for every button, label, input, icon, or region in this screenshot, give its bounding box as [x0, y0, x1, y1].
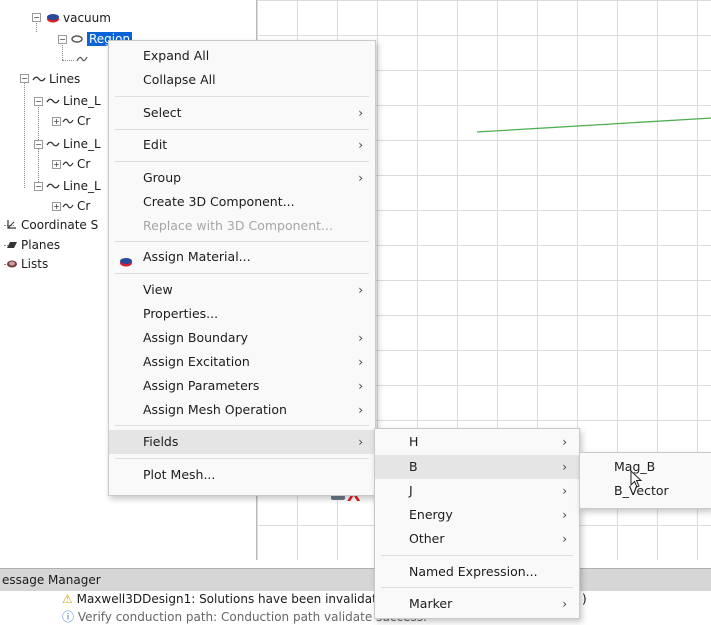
chevron-right-icon: ›	[562, 532, 567, 546]
chevron-right-icon: ›	[562, 597, 567, 611]
info-icon: ⓘ	[62, 610, 75, 624]
chevron-right-icon: ›	[358, 106, 363, 120]
chevron-right-icon: ›	[562, 435, 567, 449]
menu-item-assign-mesh-operation[interactable]: Assign Mesh Operation ›	[109, 398, 375, 422]
fields-submenu: H › B › J › Energy › Other › Named Expression…	[374, 428, 580, 619]
tree-item-line[interactable]: Line_L	[46, 135, 101, 153]
tree-item-label: Cr	[77, 114, 91, 128]
menu-item-view[interactable]: View ›	[109, 278, 375, 302]
tree-item-create-region[interactable]	[76, 50, 91, 68]
message-manager-panel: ⚠ Maxwell3DDesign1: Solutions have been …	[0, 591, 711, 624]
collapse-toggle[interactable]: −	[34, 97, 43, 106]
tree-item-create[interactable]: Cr	[62, 155, 90, 173]
menu-item-assign-material[interactable]: Assign Material...	[109, 245, 375, 269]
menu-item-replace-with-3d-component[interactable]: Replace with 3D Component...	[109, 214, 375, 238]
tree-item-lists[interactable]: Lists	[6, 255, 48, 273]
tree-item-label: Cr	[77, 157, 91, 171]
message-manager-title: essage Manager	[2, 573, 101, 587]
menu-item-b[interactable]: B ›	[375, 455, 579, 479]
line-icon	[46, 136, 60, 154]
collapse-toggle[interactable]: −	[34, 182, 43, 191]
tree-item-label: Line_L	[63, 137, 101, 151]
menu-item-group[interactable]: Group ›	[109, 166, 375, 190]
chevron-right-icon: ›	[358, 403, 363, 417]
expand-toggle[interactable]: +	[52, 117, 61, 126]
menu-item-edit[interactable]: Edit ›	[109, 133, 375, 157]
cursor-icon	[630, 470, 643, 488]
tree-item-vacuum[interactable]: vacuum	[46, 9, 111, 27]
menu-item-j[interactable]: J ›	[375, 479, 579, 503]
menu-item-assign-excitation[interactable]: Assign Excitation ›	[109, 350, 375, 374]
message-trailing-text: )	[582, 592, 587, 606]
line-object	[476, 117, 711, 133]
tree-item-label: Coordinate S	[21, 218, 99, 232]
operation-icon	[76, 51, 88, 69]
chevron-right-icon: ›	[358, 283, 363, 297]
tree-item-label: Lists	[21, 257, 49, 271]
chevron-right-icon: ›	[562, 484, 567, 498]
line-icon	[32, 71, 46, 89]
chevron-right-icon: ›	[562, 508, 567, 522]
line-icon	[46, 178, 60, 196]
menu-item-select[interactable]: Select ›	[109, 101, 375, 125]
tree-item-create[interactable]: Cr	[62, 112, 90, 130]
tree-item-coordinate-systems[interactable]: Coordinate S	[6, 216, 98, 234]
list-icon	[6, 256, 18, 274]
menu-item-properties[interactable]: Properties...	[109, 302, 375, 326]
collapse-toggle[interactable]: −	[34, 140, 43, 149]
line-icon	[62, 113, 74, 131]
chevron-right-icon: ›	[358, 331, 363, 345]
tree-item-line[interactable]: Line_L	[46, 177, 101, 195]
expand-toggle[interactable]: +	[52, 202, 61, 211]
chevron-right-icon: ›	[358, 171, 363, 185]
chevron-right-icon: ›	[358, 138, 363, 152]
tree-item-label: Line_L	[63, 94, 101, 108]
tree-item-label: Planes	[21, 238, 61, 252]
tree-item-line[interactable]: Line_L	[46, 92, 101, 110]
collapse-toggle[interactable]: −	[58, 35, 67, 44]
plane-icon	[6, 237, 18, 255]
material-icon	[119, 251, 133, 275]
menu-item-h[interactable]: H ›	[375, 430, 579, 454]
tree-item-planes[interactable]: Planes	[6, 236, 60, 254]
material-icon	[46, 10, 60, 28]
menu-item-assign-boundary[interactable]: Assign Boundary ›	[109, 326, 375, 350]
line-icon	[46, 93, 60, 111]
context-menu: Expand All Collapse All Select › Edit › Gr…	[108, 40, 376, 496]
menu-item-fields[interactable]: Fields ›	[109, 430, 375, 454]
object-icon	[70, 31, 84, 49]
menu-item-collapse-all[interactable]: Collapse All	[109, 68, 375, 92]
chevron-right-icon: ›	[358, 355, 363, 369]
message-manager-titlebar[interactable]: essage Manager	[0, 568, 711, 591]
tree-item-create[interactable]: Cr	[62, 197, 90, 215]
menu-item-b-vector[interactable]: B_Vector	[580, 479, 711, 503]
menu-item-named-expression[interactable]: Named Expression...	[375, 560, 579, 584]
menu-item-expand-all[interactable]: Expand All	[109, 44, 375, 68]
menu-item-plot-mesh[interactable]: Plot Mesh...	[109, 463, 375, 487]
menu-item-assign-parameters[interactable]: Assign Parameters ›	[109, 374, 375, 398]
menu-item-mag-b[interactable]: Mag_B	[580, 455, 711, 479]
collapse-toggle[interactable]: −	[32, 13, 41, 22]
menu-item-create-3d-component[interactable]: Create 3D Component...	[109, 190, 375, 214]
tree-item-label: Lines	[49, 72, 81, 86]
coordinate-system-icon	[6, 217, 18, 235]
collapse-toggle[interactable]: −	[20, 74, 29, 83]
tree-item-lines[interactable]: Lines	[32, 70, 80, 88]
expand-toggle[interactable]: +	[52, 160, 61, 169]
menu-item-other[interactable]: Other ›	[375, 527, 579, 551]
line-icon	[62, 156, 74, 174]
menu-item-marker[interactable]: Marker ›	[375, 592, 579, 616]
tree-item-label: Cr	[77, 199, 91, 213]
menu-item-energy[interactable]: Energy ›	[375, 503, 579, 527]
chevron-right-icon: ›	[358, 379, 363, 393]
tree-item-label: Line_L	[63, 179, 101, 193]
line-icon	[62, 198, 74, 216]
tree-item-label: vacuum	[63, 11, 111, 25]
chevron-right-icon: ›	[562, 460, 567, 474]
warning-icon: ⚠	[62, 592, 73, 606]
chevron-right-icon: ›	[358, 435, 363, 449]
b-submenu: Mag_B B_Vector	[579, 452, 711, 509]
